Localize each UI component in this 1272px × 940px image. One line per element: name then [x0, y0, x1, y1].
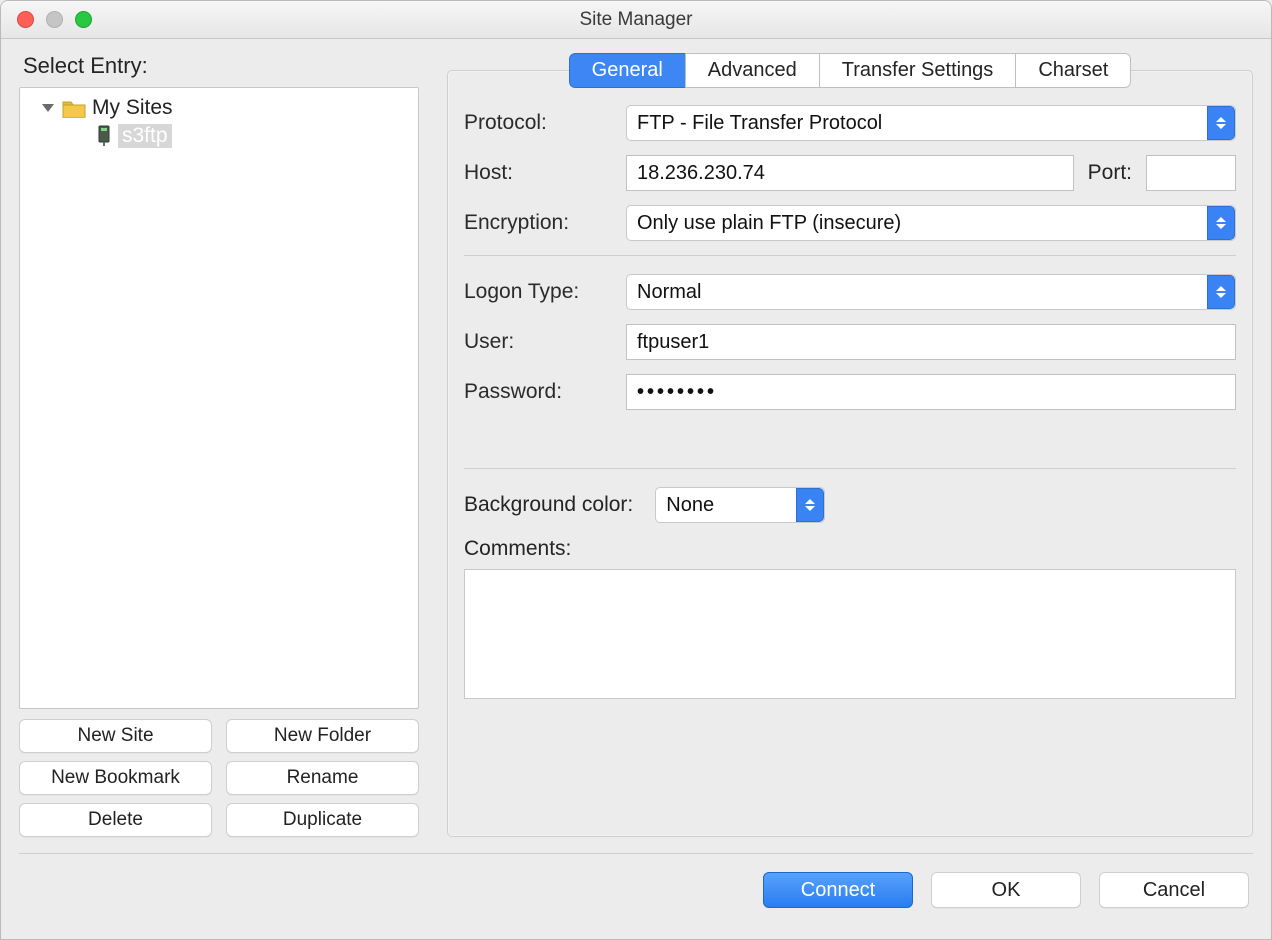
window-title: Site Manager: [1, 9, 1271, 31]
delete-button[interactable]: Delete: [19, 803, 212, 837]
tabs: General Advanced Transfer Settings Chars…: [447, 53, 1253, 88]
background-color-select[interactable]: None: [655, 487, 825, 523]
select-entry-label: Select Entry:: [23, 53, 419, 79]
stepper-arrows-icon: [796, 488, 824, 522]
encryption-select[interactable]: Only use plain FTP (insecure): [626, 205, 1236, 241]
stepper-arrows-icon: [1207, 275, 1235, 309]
minimize-window-button[interactable]: [46, 11, 63, 28]
tab-charset[interactable]: Charset: [1015, 53, 1131, 88]
cancel-button[interactable]: Cancel: [1099, 872, 1249, 908]
general-panel: Protocol: FTP - File Transfer Protocol H…: [447, 70, 1253, 837]
tab-advanced[interactable]: Advanced: [685, 53, 820, 88]
logon-type-value: Normal: [637, 281, 701, 304]
tree-folder-my-sites[interactable]: My Sites: [24, 94, 414, 122]
tree-site-label: s3ftp: [118, 124, 172, 148]
tab-general[interactable]: General: [569, 53, 686, 88]
stepper-arrows-icon: [1207, 106, 1235, 140]
encryption-value: Only use plain FTP (insecure): [637, 212, 901, 235]
separator: [464, 468, 1236, 469]
new-folder-button[interactable]: New Folder: [226, 719, 419, 753]
tree-site-s3ftp[interactable]: s3ftp: [24, 122, 414, 150]
password-input[interactable]: [626, 374, 1236, 410]
chevron-down-icon[interactable]: [42, 104, 54, 112]
user-label: User:: [464, 330, 612, 354]
port-label: Port:: [1088, 161, 1132, 185]
comments-textarea[interactable]: [464, 569, 1236, 699]
logon-type-label: Logon Type:: [464, 280, 612, 304]
duplicate-button[interactable]: Duplicate: [226, 803, 419, 837]
server-icon: [96, 125, 112, 147]
tab-transfer-settings[interactable]: Transfer Settings: [819, 53, 1017, 88]
folder-icon: [62, 98, 86, 118]
user-input[interactable]: [626, 324, 1236, 360]
background-color-label: Background color:: [464, 493, 633, 517]
new-bookmark-button[interactable]: New Bookmark: [19, 761, 212, 795]
close-window-button[interactable]: [17, 11, 34, 28]
logon-type-select[interactable]: Normal: [626, 274, 1236, 310]
background-color-value: None: [666, 494, 714, 517]
right-pane: General Advanced Transfer Settings Chars…: [447, 53, 1253, 837]
protocol-select[interactable]: FTP - File Transfer Protocol: [626, 105, 1236, 141]
site-buttons: New Site New Folder New Bookmark Rename …: [19, 719, 419, 837]
protocol-value: FTP - File Transfer Protocol: [637, 112, 882, 135]
rename-button[interactable]: Rename: [226, 761, 419, 795]
stepper-arrows-icon: [1207, 206, 1235, 240]
encryption-label: Encryption:: [464, 211, 612, 235]
password-label: Password:: [464, 380, 612, 404]
comments-label: Comments:: [464, 537, 1236, 561]
dialog-footer: Connect OK Cancel: [1, 854, 1271, 926]
ok-button[interactable]: OK: [931, 872, 1081, 908]
protocol-label: Protocol:: [464, 111, 612, 135]
tree-folder-label: My Sites: [92, 96, 173, 120]
connect-button[interactable]: Connect: [763, 872, 913, 908]
host-label: Host:: [464, 161, 612, 185]
port-input[interactable]: [1146, 155, 1236, 191]
separator: [464, 255, 1236, 256]
traffic-lights: [1, 11, 92, 28]
left-pane: Select Entry: My Sites: [19, 53, 419, 837]
host-input[interactable]: [626, 155, 1074, 191]
site-manager-window: Site Manager Select Entry: My Sites: [0, 0, 1272, 940]
site-tree[interactable]: My Sites s3ftp: [19, 87, 419, 709]
titlebar: Site Manager: [1, 1, 1271, 39]
zoom-window-button[interactable]: [75, 11, 92, 28]
new-site-button[interactable]: New Site: [19, 719, 212, 753]
